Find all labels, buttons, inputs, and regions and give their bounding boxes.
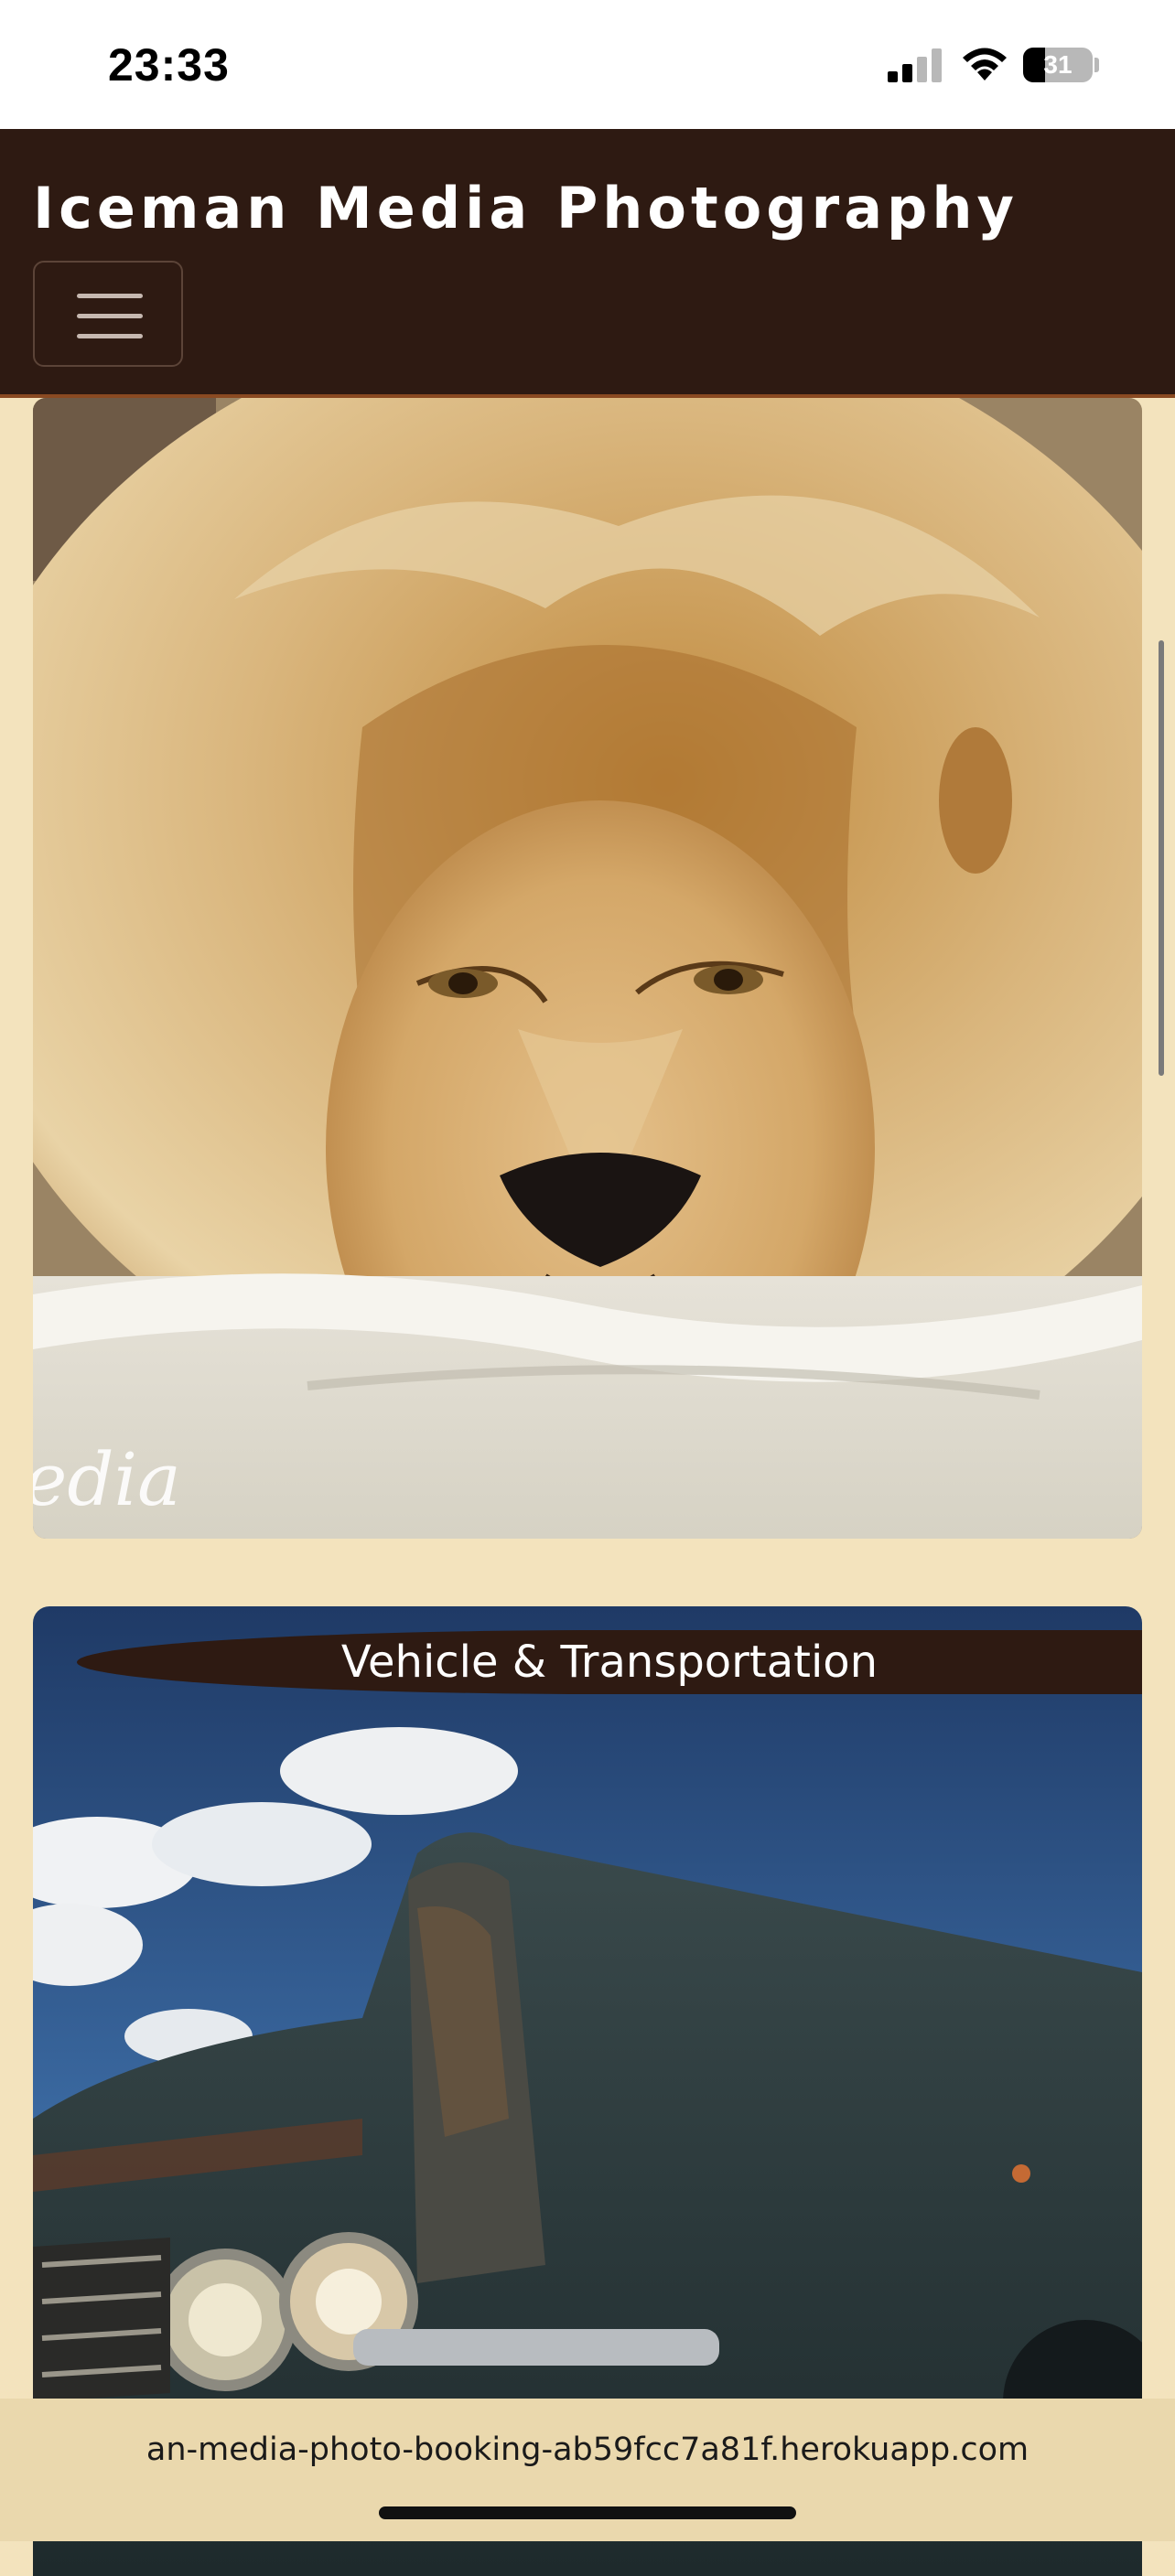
scrollbar[interactable]	[1159, 640, 1164, 1076]
menu-toggle-button[interactable]	[33, 261, 183, 367]
site-header: Iceman Media Photography	[0, 129, 1175, 398]
gallery-card-lion[interactable]: edia	[33, 398, 1142, 1539]
lion-photo: edia	[33, 398, 1142, 1539]
wifi-icon	[963, 48, 1007, 80]
status-time: 23:33	[108, 39, 230, 91]
lion-watermark: edia	[33, 1437, 181, 1522]
url-text[interactable]: an-media-photo-booking-ab59fcc7a81f.hero…	[0, 2431, 1175, 2468]
cellular-signal-icon	[888, 48, 944, 82]
battery-icon: 31	[1023, 48, 1093, 82]
category-banner[interactable]: Vehicle & Transportation	[77, 1630, 1142, 1694]
home-indicator[interactable]	[379, 2506, 796, 2519]
status-bar: 23:33 31	[0, 0, 1175, 129]
site-brand[interactable]: Iceman Media Photography	[33, 175, 1019, 242]
battery-level: 31	[1043, 50, 1073, 79]
browser-url-bar[interactable]: an-media-photo-booking-ab59fcc7a81f.hero…	[0, 2399, 1175, 2541]
